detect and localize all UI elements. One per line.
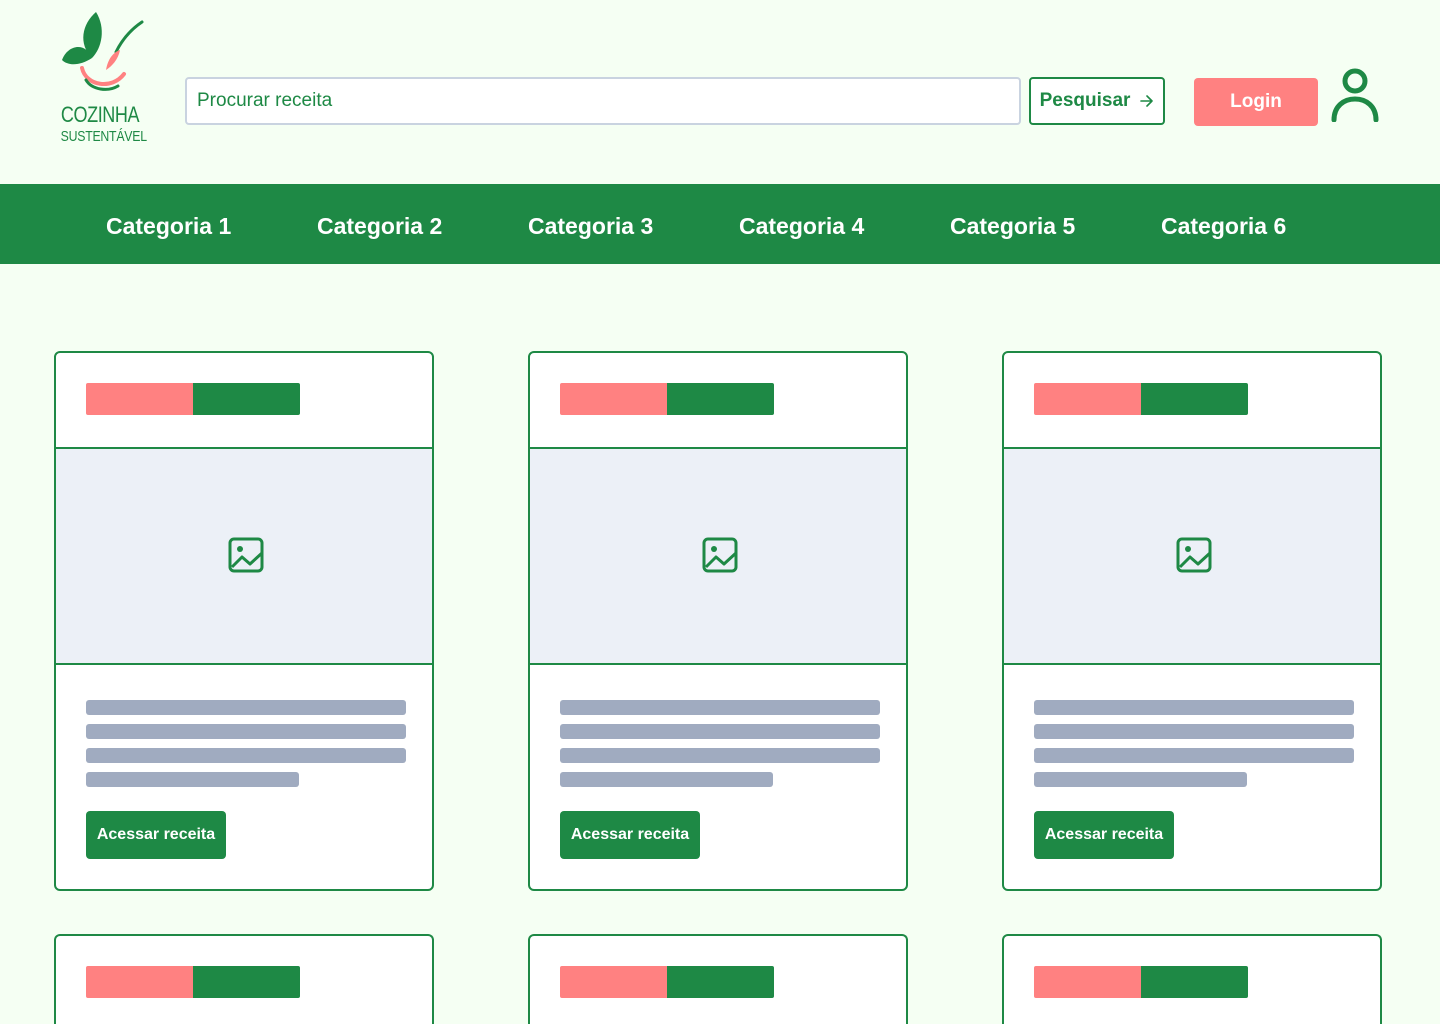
search-box <box>185 77 1021 125</box>
arrow-right-icon <box>1140 95 1154 107</box>
card-image-placeholder <box>1004 449 1380 665</box>
card-image-placeholder <box>530 449 906 665</box>
search-button-label: Pesquisar <box>1039 90 1131 111</box>
brand-title: COZINHA <box>60 102 140 127</box>
text-placeholder-line <box>560 748 880 763</box>
tag-green-placeholder <box>193 966 300 998</box>
card-header <box>1004 936 1380 1024</box>
card-header <box>56 936 432 1024</box>
text-placeholder-line <box>86 724 406 739</box>
recipe-card <box>54 934 434 1024</box>
recipe-card: Acessar receita <box>528 351 908 891</box>
text-placeholder-line <box>1034 748 1354 763</box>
text-placeholder-line <box>560 700 880 715</box>
user-icon[interactable] <box>1330 68 1380 123</box>
nav-item-categoria-6[interactable]: Categoria 6 <box>1161 184 1286 264</box>
card-header <box>530 353 906 449</box>
image-icon <box>228 537 264 573</box>
recipe-card: Acessar receita <box>54 351 434 891</box>
nav-item-categoria-2[interactable]: Categoria 2 <box>317 184 442 264</box>
card-header <box>530 936 906 1024</box>
search-button[interactable]: Pesquisar <box>1029 77 1165 125</box>
recipe-card <box>528 934 908 1024</box>
nav-item-categoria-5[interactable]: Categoria 5 <box>950 184 1075 264</box>
tag-red-placeholder <box>86 966 193 998</box>
login-button[interactable]: Login <box>1194 78 1318 126</box>
tag-green-placeholder <box>667 383 774 415</box>
nav-item-categoria-3[interactable]: Categoria 3 <box>528 184 653 264</box>
nav-item-categoria-1[interactable]: Categoria 1 <box>106 184 231 264</box>
recipe-card <box>1002 934 1382 1024</box>
card-header <box>56 353 432 449</box>
text-placeholder-line <box>560 724 880 739</box>
text-placeholder-line <box>1034 772 1247 787</box>
text-placeholder-line <box>1034 700 1354 715</box>
search-input[interactable] <box>187 79 1019 123</box>
access-recipe-button[interactable]: Acessar receita <box>560 811 700 859</box>
text-placeholder-line <box>560 772 773 787</box>
tag-red-placeholder <box>560 383 667 415</box>
text-placeholder-line <box>86 772 299 787</box>
access-recipe-button[interactable]: Acessar receita <box>86 811 226 859</box>
tag-green-placeholder <box>1141 383 1248 415</box>
nav-item-categoria-4[interactable]: Categoria 4 <box>739 184 864 264</box>
category-nav: Categoria 1 Categoria 2 Categoria 3 Cate… <box>0 184 1440 264</box>
tag-red-placeholder <box>86 383 193 415</box>
access-recipe-button[interactable]: Acessar receita <box>1034 811 1174 859</box>
brand-logo[interactable]: COZINHA SUSTENTÁVEL <box>52 10 152 150</box>
tag-green-placeholder <box>667 966 774 998</box>
tag-red-placeholder <box>560 966 667 998</box>
tag-green-placeholder <box>193 383 300 415</box>
login-button-label: Login <box>1230 91 1282 112</box>
tag-red-placeholder <box>1034 383 1141 415</box>
text-placeholder-line <box>1034 724 1354 739</box>
access-recipe-button-label: Acessar receita <box>1044 826 1164 843</box>
tag-red-placeholder <box>1034 966 1141 998</box>
card-header <box>1004 353 1380 449</box>
leaf-spoon-logo-icon <box>62 12 144 91</box>
image-icon <box>702 537 738 573</box>
access-recipe-button-label: Acessar receita <box>570 826 690 843</box>
card-image-placeholder <box>56 449 432 665</box>
text-placeholder-line <box>86 700 406 715</box>
recipe-card: Acessar receita <box>1002 351 1382 891</box>
tag-green-placeholder <box>1141 966 1248 998</box>
text-placeholder-line <box>86 748 406 763</box>
image-icon <box>1176 537 1212 573</box>
access-recipe-button-label: Acessar receita <box>96 826 216 843</box>
brand-subtitle: SUSTENTÁVEL <box>60 128 147 145</box>
